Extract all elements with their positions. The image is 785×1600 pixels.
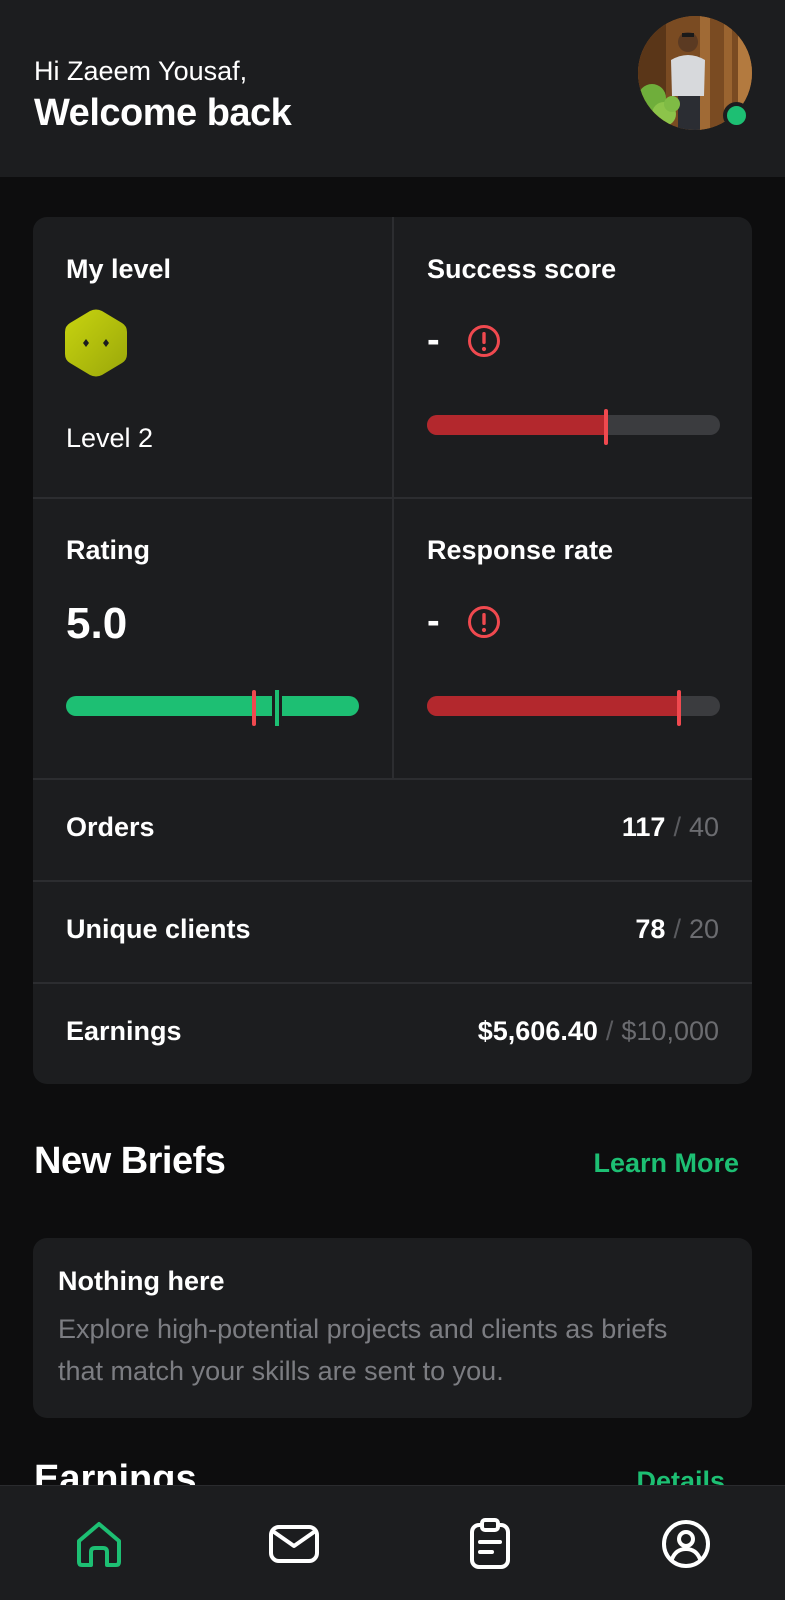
my-level-label: My level: [66, 254, 172, 284]
level-value: Level 2: [66, 423, 154, 453]
earnings-amount: $5,606.40: [477, 1016, 598, 1046]
rating-marker-current: [272, 690, 282, 726]
row-divider: [33, 880, 752, 882]
warning-icon[interactable]: [467, 605, 501, 639]
home-icon[interactable]: [71, 1516, 127, 1572]
success-score-marker: [604, 409, 608, 445]
success-score-label: Success score: [427, 254, 617, 284]
rating-value: 5.0: [66, 599, 128, 648]
unique-clients-value: 78/20: [635, 914, 719, 945]
unique-clients-count: 78: [635, 914, 666, 944]
seller-stats-card: My level Level 2 Success score - Rating …: [33, 217, 752, 1084]
inbox-icon[interactable]: [266, 1516, 322, 1572]
bottom-navigation: [0, 1485, 785, 1600]
welcome-title: Welcome back: [34, 92, 292, 134]
online-status-dot: [723, 102, 750, 129]
rating-label: Rating: [66, 535, 150, 565]
empty-state-title: Nothing here: [58, 1266, 225, 1296]
learn-more-link[interactable]: Learn More: [593, 1148, 739, 1179]
response-rate-bar: [427, 690, 720, 726]
orders-goal: 40: [688, 812, 719, 842]
earnings-value: $5,606.40/$10,000: [478, 1016, 719, 1047]
rating-marker-threshold: [252, 690, 256, 726]
success-score-bar: [427, 409, 720, 445]
level-badge-icon: [65, 309, 127, 377]
response-rate-label: Response rate: [427, 535, 614, 565]
separator: /: [673, 914, 681, 944]
unique-clients-goal: 20: [688, 914, 719, 944]
empty-state-text: Explore high-potential projects and clie…: [58, 1314, 668, 1386]
success-score-bar-fill: [427, 415, 606, 435]
grid-divider: [33, 497, 752, 499]
greeting-text: Hi Zaeem Yousaf,: [34, 56, 248, 86]
unique-clients-label: Unique clients: [66, 914, 251, 944]
earnings-goal: $10,000: [621, 1016, 719, 1046]
orders-clipboard-icon[interactable]: [462, 1516, 518, 1572]
earnings-label: Earnings: [66, 1016, 182, 1046]
separator: /: [673, 812, 681, 842]
orders-count: 117: [621, 812, 666, 842]
response-rate-bar-fill: [427, 696, 679, 716]
response-rate-marker: [677, 690, 681, 726]
new-briefs-title: New Briefs: [34, 1140, 226, 1182]
orders-label: Orders: [66, 812, 155, 842]
warning-icon[interactable]: [467, 324, 501, 358]
profile-icon[interactable]: [658, 1516, 714, 1572]
success-score-value: -: [427, 319, 440, 361]
rating-bar: [66, 690, 359, 726]
response-rate-value: -: [427, 600, 440, 642]
app-header: Hi Zaeem Yousaf, Welcome back: [0, 0, 785, 177]
separator: /: [605, 1016, 614, 1046]
grid-divider: [33, 778, 752, 780]
briefs-empty-card: Nothing here Explore high-potential proj…: [33, 1238, 752, 1418]
orders-value: 117/40: [622, 812, 719, 843]
row-divider: [33, 982, 752, 984]
